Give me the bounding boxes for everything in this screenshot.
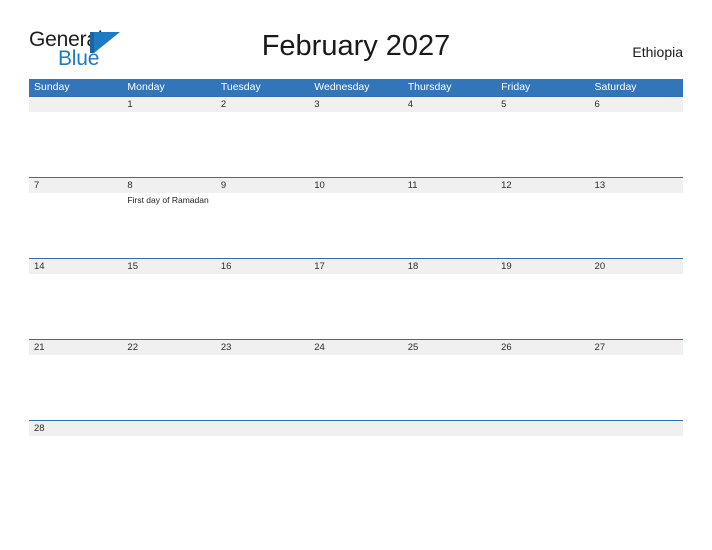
weekday-header-wednesday: Wednesday (314, 81, 370, 93)
calendar-page: General Blue February 2027 Ethiopia Sund… (0, 0, 712, 550)
day-number[interactable]: 7 (29, 178, 122, 193)
week-date-band: 1 2 3 4 5 6 (29, 96, 683, 112)
weekday-header-monday: Monday (127, 81, 165, 93)
week-body-band (29, 355, 683, 420)
week-body-band (29, 274, 683, 339)
day-cell[interactable] (29, 193, 123, 258)
week-date-band: 7 8 9 10 11 12 13 (29, 177, 683, 193)
day-number[interactable]: 5 (496, 97, 589, 112)
day-cell[interactable] (309, 274, 403, 339)
day-number[interactable] (216, 421, 309, 436)
week-date-band: 14 15 16 17 18 19 20 (29, 258, 683, 274)
week-date-band: 21 22 23 24 25 26 27 (29, 339, 683, 355)
calendar-week-row: 1 2 3 4 5 6 (29, 96, 683, 177)
day-number[interactable]: 1 (122, 97, 215, 112)
weekday-header-thursday: Thursday (407, 81, 452, 93)
day-number[interactable] (496, 421, 589, 436)
day-cell[interactable] (589, 193, 683, 258)
day-cell[interactable] (122, 112, 216, 177)
day-cell[interactable] (589, 355, 683, 420)
weekday-header-sunday: Sunday (34, 81, 70, 93)
day-cell[interactable] (29, 112, 123, 177)
day-cell[interactable] (122, 355, 216, 420)
day-number[interactable]: 3 (309, 97, 402, 112)
day-number[interactable]: 9 (216, 178, 309, 193)
day-cell[interactable] (309, 355, 403, 420)
week-body-band: First day of Ramadan (29, 193, 683, 258)
day-number[interactable]: 28 (29, 421, 122, 436)
day-number[interactable]: 18 (403, 259, 496, 274)
calendar-week-row: 14 15 16 17 18 19 20 (29, 258, 683, 339)
day-number[interactable] (590, 421, 683, 436)
day-number[interactable]: 2 (216, 97, 309, 112)
day-cell[interactable] (215, 274, 310, 339)
calendar-week-row: 21 22 23 24 25 26 27 (29, 339, 683, 420)
day-number[interactable]: 10 (309, 178, 402, 193)
day-cell[interactable] (29, 355, 123, 420)
day-cell[interactable] (29, 274, 123, 339)
day-cell[interactable] (496, 274, 590, 339)
day-cell[interactable] (496, 193, 590, 258)
day-cell[interactable] (589, 274, 683, 339)
day-number[interactable] (403, 421, 496, 436)
page-header: General Blue February 2027 Ethiopia (0, 0, 712, 78)
day-number[interactable]: 12 (496, 178, 589, 193)
calendar-week-row: 7 8 9 10 11 12 13 First day of Ramadan (29, 177, 683, 258)
weekday-header-friday: Friday (501, 81, 531, 93)
country-label: Ethiopia (632, 44, 683, 60)
day-number[interactable]: 24 (309, 340, 402, 355)
day-cell[interactable] (309, 112, 403, 177)
day-cell[interactable] (215, 193, 310, 258)
day-number[interactable] (309, 421, 402, 436)
day-cell[interactable] (402, 193, 497, 258)
day-cell[interactable] (496, 355, 590, 420)
day-number[interactable]: 27 (590, 340, 683, 355)
page-title: February 2027 (261, 30, 451, 62)
week-body-band (29, 112, 683, 177)
day-number[interactable]: 16 (216, 259, 309, 274)
day-cell[interactable] (215, 112, 310, 177)
day-number[interactable]: 8 (122, 178, 215, 193)
weekday-header-saturday: Saturday (594, 81, 637, 93)
day-cell[interactable] (589, 112, 683, 177)
day-number[interactable]: 4 (403, 97, 496, 112)
day-number[interactable]: 14 (29, 259, 122, 274)
day-number[interactable]: 26 (496, 340, 589, 355)
day-number[interactable]: 25 (403, 340, 496, 355)
weekday-header-tuesday: Tuesday (220, 81, 261, 93)
day-number[interactable]: 20 (590, 259, 683, 274)
calendar-grid: Sunday Monday Tuesday Wednesday Thursday… (29, 79, 683, 436)
day-number[interactable]: 19 (496, 259, 589, 274)
day-cell[interactable] (402, 355, 497, 420)
day-number[interactable] (122, 421, 215, 436)
day-number[interactable]: 17 (309, 259, 402, 274)
weekday-header-row: Sunday Monday Tuesday Wednesday Thursday… (29, 79, 683, 96)
day-number[interactable] (29, 97, 122, 112)
day-cell[interactable] (402, 112, 497, 177)
day-number[interactable]: 11 (403, 178, 496, 193)
calendar-week-row: 28 (29, 420, 683, 436)
week-date-band: 28 (29, 420, 683, 436)
day-number[interactable]: 21 (29, 340, 122, 355)
day-cell[interactable] (309, 193, 403, 258)
day-cell[interactable] (215, 355, 310, 420)
day-cell[interactable] (402, 274, 497, 339)
day-number[interactable]: 22 (122, 340, 215, 355)
day-cell[interactable] (496, 112, 590, 177)
day-number[interactable]: 23 (216, 340, 309, 355)
day-number[interactable]: 15 (122, 259, 215, 274)
day-event: First day of Ramadan (127, 195, 209, 205)
day-number[interactable]: 6 (590, 97, 683, 112)
day-number[interactable]: 13 (590, 178, 683, 193)
day-cell[interactable]: First day of Ramadan (122, 193, 216, 258)
day-cell[interactable] (122, 274, 216, 339)
